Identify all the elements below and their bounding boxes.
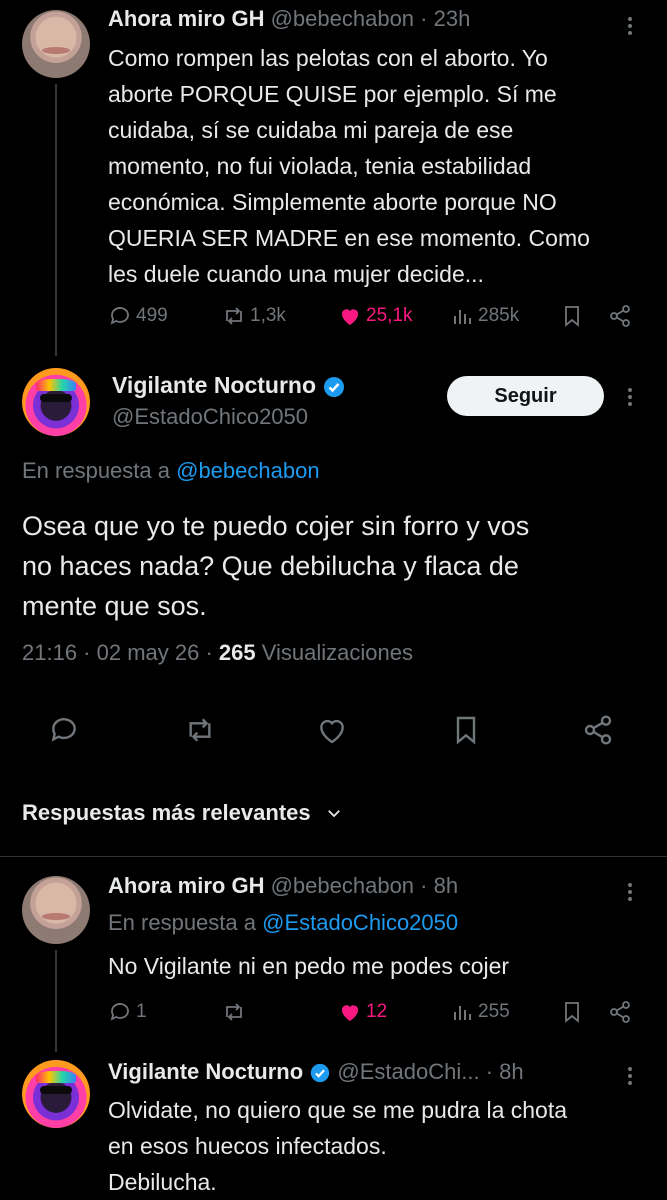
- author-name[interactable]: Vigilante Nocturno: [108, 1059, 303, 1084]
- author-handle[interactable]: @EstadoChico2050: [112, 404, 308, 430]
- avatar[interactable]: [22, 10, 90, 78]
- tweet-date[interactable]: 02 may 26: [97, 640, 200, 665]
- tweet-time[interactable]: 8h: [499, 1059, 523, 1084]
- more-options-icon[interactable]: [628, 880, 634, 904]
- retweet-icon: [189, 718, 211, 742]
- divider: [0, 856, 667, 857]
- tweet-text: Olvidate, no quiero que se me pudra la c…: [108, 1097, 568, 1195]
- views-count: 285k: [478, 305, 520, 326]
- chevron-down-icon: [327, 810, 340, 818]
- tweet-time[interactable]: 8h: [434, 873, 458, 898]
- views-button[interactable]: 255: [450, 1000, 510, 1024]
- thread-line: [55, 84, 57, 356]
- verified-badge-icon: [311, 1064, 330, 1083]
- reply-icon: [110, 1003, 129, 1021]
- author-name[interactable]: Ahora miro GH: [108, 873, 264, 898]
- like-count: 25,1k: [366, 305, 413, 326]
- author-handle[interactable]: @bebechabon: [271, 873, 414, 898]
- retweet-button[interactable]: [184, 714, 216, 746]
- views-count: 255: [478, 1001, 510, 1022]
- replies-sort-dropdown[interactable]: Respuestas más relevantes: [22, 800, 343, 826]
- reply-context: En respuesta a @EstadoChico2050: [108, 910, 459, 935]
- reply-button[interactable]: [48, 714, 80, 746]
- bookmark-icon: [456, 716, 476, 745]
- reply-icon: [51, 718, 76, 742]
- tweet-text: Como rompen las pelotas con el aborto. Y…: [108, 45, 590, 287]
- retweet-icon: [226, 1003, 242, 1021]
- share-button[interactable]: [582, 714, 614, 746]
- reply-button[interactable]: 1: [108, 1000, 147, 1024]
- share-icon: [610, 305, 630, 327]
- avatar[interactable]: [22, 1060, 90, 1128]
- bookmark-button[interactable]: [560, 304, 584, 328]
- retweet-button[interactable]: 1,3k: [222, 304, 286, 328]
- views-icon: [454, 1006, 471, 1020]
- author-name-row: Vigilante Nocturno: [112, 372, 346, 399]
- more-options-icon[interactable]: [628, 14, 634, 38]
- heart-icon: [341, 309, 359, 325]
- views-label: Visualizaciones: [261, 640, 414, 665]
- bookmark-button[interactable]: [560, 1000, 584, 1024]
- reply-count: 499: [136, 305, 168, 326]
- like-button[interactable]: 25,1k: [338, 304, 412, 328]
- heart-icon: [320, 719, 344, 744]
- reply-to-link[interactable]: @EstadoChico2050: [262, 910, 458, 935]
- sort-label: Respuestas más relevantes: [22, 800, 311, 825]
- like-count: 12: [366, 1001, 388, 1022]
- retweet-button[interactable]: [222, 1000, 246, 1024]
- reply-context: En respuesta a @bebechabon: [22, 458, 320, 483]
- more-options-icon[interactable]: [628, 1064, 634, 1088]
- verified-badge-icon: [324, 376, 345, 397]
- follow-button[interactable]: Seguir: [447, 376, 604, 416]
- tweet-meta: 21:16 · 02 may 26 · 265 Visualizaciones: [22, 640, 414, 665]
- reply-count: 1: [136, 1001, 147, 1022]
- thread-line: [55, 950, 57, 1052]
- bookmark-button[interactable]: [450, 714, 482, 746]
- views-icon: [454, 310, 471, 324]
- retweet-count: 1,3k: [250, 305, 286, 326]
- tweet-time[interactable]: 23h: [434, 6, 471, 31]
- like-button[interactable]: 12: [338, 1000, 387, 1024]
- views-count: 265: [218, 640, 256, 665]
- share-icon: [584, 715, 612, 745]
- reply-icon: [110, 307, 129, 325]
- tweet-header: Ahora miro GH @bebechabon · 8h: [108, 873, 459, 898]
- heart-icon: [341, 1005, 359, 1021]
- avatar[interactable]: [22, 876, 90, 944]
- retweet-icon: [226, 307, 242, 325]
- share-button[interactable]: [608, 1000, 632, 1024]
- avatar[interactable]: [22, 368, 90, 436]
- share-icon: [610, 1001, 630, 1023]
- reply-button[interactable]: 499: [108, 304, 168, 328]
- author-handle[interactable]: @bebechabon: [271, 6, 414, 31]
- bookmark-icon: [565, 1002, 579, 1023]
- reply-to-link[interactable]: @bebechabon: [176, 458, 319, 483]
- author-name[interactable]: Ahora miro GH: [108, 6, 264, 31]
- views-button[interactable]: 285k: [450, 304, 519, 328]
- bookmark-icon: [565, 306, 579, 327]
- tweet-text: Osea que yo te puedo cojer sin forro y v…: [22, 511, 530, 621]
- tweet-header: Vigilante Nocturno @EstadoChi... · 8h: [108, 1059, 524, 1084]
- tweet-text: No Vigilante ni en pedo me podes cojer: [108, 953, 510, 979]
- tweet-time[interactable]: 21:16: [22, 640, 77, 665]
- author-name[interactable]: Vigilante Nocturno: [112, 372, 316, 398]
- like-button[interactable]: [316, 714, 348, 746]
- tweet-header: Ahora miro GH @bebechabon · 23h: [108, 6, 471, 31]
- more-options-icon[interactable]: [628, 385, 634, 409]
- share-button[interactable]: [608, 304, 632, 328]
- author-handle[interactable]: @EstadoChi...: [337, 1059, 479, 1084]
